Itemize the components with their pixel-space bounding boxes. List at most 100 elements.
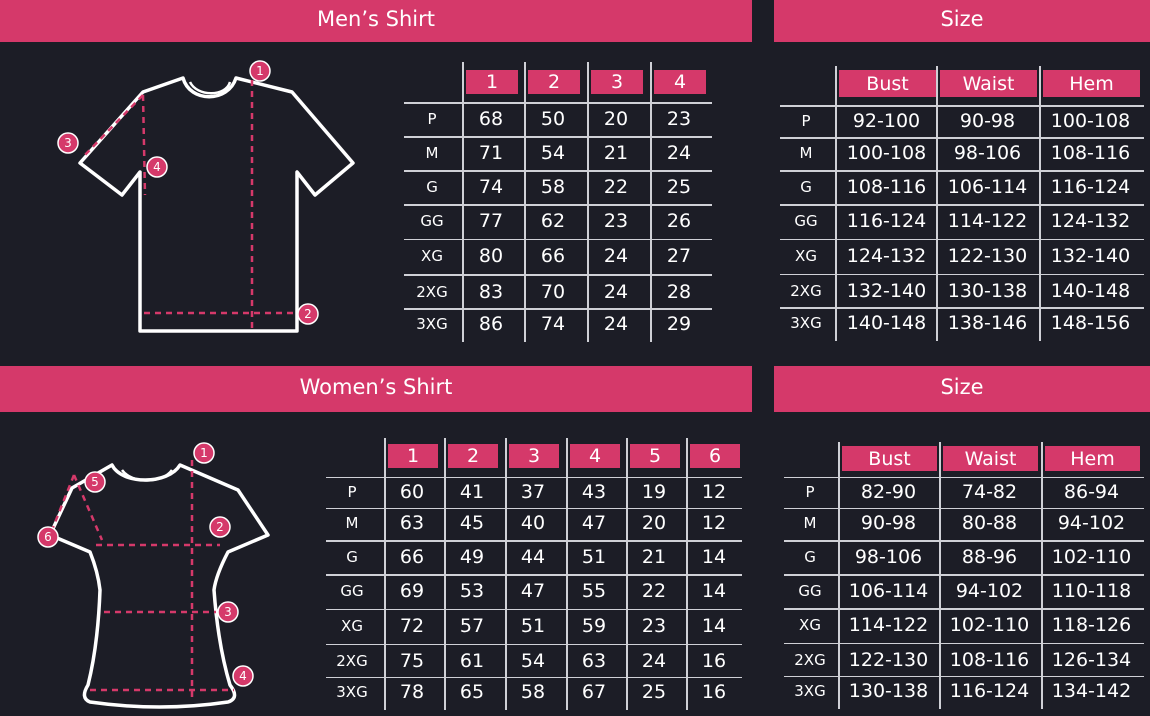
table-cell: 69 (399, 580, 425, 602)
men-size-banner: Size (774, 0, 1150, 42)
table-cell: 74 (540, 313, 566, 335)
row-label: P (805, 483, 815, 501)
table-cell: 58 (520, 681, 546, 703)
table-cell: 25 (641, 681, 667, 703)
table-row-divider (326, 574, 742, 576)
table-cell: 132-140 (846, 280, 927, 302)
table-cell: 26 (666, 210, 692, 232)
table-cell: 118-126 (1051, 614, 1132, 636)
table-cell: 116-124 (949, 680, 1030, 702)
table-cell: 24 (641, 650, 667, 672)
table-row-divider (780, 204, 1144, 206)
table-cell: 43 (581, 481, 607, 503)
table-cell: 78 (399, 681, 425, 703)
row-label: M (425, 144, 439, 162)
women-size-banner: Size (774, 366, 1150, 412)
table-row-divider (784, 507, 1144, 509)
column-header: Waist (943, 446, 1038, 471)
table-row-divider (780, 273, 1144, 275)
table-cell: 86 (478, 313, 504, 335)
row-label: G (800, 178, 812, 196)
table-cell: 47 (520, 580, 546, 602)
men-marker-2: 2 (304, 307, 312, 321)
table-cell: 44 (520, 546, 546, 568)
row-label: M (803, 514, 817, 532)
table-cell: 71 (478, 142, 504, 164)
table-cell: 21 (641, 546, 667, 568)
men-marker-3: 3 (64, 136, 72, 150)
table-cell: 94-102 (1057, 512, 1126, 534)
row-label: G (804, 548, 816, 566)
table-cell: 132-140 (1050, 245, 1131, 267)
women-marker-2: 2 (216, 520, 224, 534)
table-cell: 63 (399, 512, 425, 534)
table-row-divider (326, 507, 742, 509)
column-header: 3 (591, 70, 643, 94)
table-cell: 29 (666, 313, 692, 335)
row-label: M (799, 144, 813, 162)
table-cell: 25 (666, 176, 692, 198)
column-header: 3 (509, 444, 559, 468)
table-cell: 80 (478, 245, 504, 267)
table-row-divider (784, 642, 1144, 644)
table-cell: 55 (581, 580, 607, 602)
row-label: 3XG (794, 682, 826, 700)
table-cell: 106-114 (947, 176, 1028, 198)
row-label: 2XG (790, 282, 822, 300)
row-label: P (347, 483, 357, 501)
table-cell: 100-108 (846, 142, 927, 164)
table-cell: 14 (701, 580, 727, 602)
row-label: XG (795, 247, 817, 265)
table-cell: 138-146 (947, 312, 1028, 334)
table-cell: 83 (478, 281, 504, 303)
table-cell: 50 (540, 108, 566, 130)
table-cell: 41 (459, 481, 485, 503)
table-cell: 122-130 (947, 245, 1028, 267)
table-cell: 102-110 (1051, 546, 1132, 568)
column-header: Bust (839, 70, 936, 97)
table-row-divider (404, 170, 712, 172)
column-header: Hem (1045, 446, 1140, 471)
table-row-divider (780, 137, 1144, 139)
table-cell: 124-132 (1050, 210, 1131, 232)
table-row-divider (404, 308, 712, 310)
table-cell: 59 (581, 615, 607, 637)
men-shirt-title: Men’s Shirt (317, 7, 435, 31)
table-cell: 65 (459, 681, 485, 703)
table-cell: 14 (701, 546, 727, 568)
table-cell: 124-132 (846, 245, 927, 267)
table-cell: 21 (603, 142, 629, 164)
row-label: GG (340, 582, 364, 600)
table-cell: 54 (520, 650, 546, 672)
table-cell: 116-124 (1050, 176, 1131, 198)
table-cell: 58 (540, 176, 566, 198)
table-cell: 23 (603, 210, 629, 232)
table-cell: 53 (459, 580, 485, 602)
women-shirt-outline-icon: 1 2 3 4 5 6 (37, 442, 270, 709)
table-cell: 24 (603, 281, 629, 303)
table-row-divider (326, 608, 742, 610)
table-row-divider (780, 238, 1144, 240)
men-shirt-banner: Men’s Shirt (0, 0, 752, 42)
table-cell: 72 (399, 615, 425, 637)
table-cell: 148-156 (1050, 312, 1131, 334)
table-cell: 88-96 (961, 546, 1018, 568)
men-shirt-outline-icon: 1 2 3 4 (57, 60, 355, 333)
table-cell: 140-148 (1050, 280, 1131, 302)
row-label: XG (799, 616, 821, 634)
women-shirt-banner: Women’s Shirt (0, 366, 752, 412)
row-label: GG (794, 212, 818, 230)
table-cell: 90-98 (959, 110, 1016, 132)
table-cell: 12 (701, 512, 727, 534)
table-cell: 66 (399, 546, 425, 568)
men-marker-1: 1 (256, 64, 264, 78)
men-shirt-diagram: 1 2 3 4 (40, 55, 370, 345)
table-row-divider (326, 643, 742, 645)
table-row-divider (326, 540, 742, 542)
table-cell: 106-114 (848, 580, 929, 602)
table-cell: 67 (581, 681, 607, 703)
table-cell: 110-118 (1051, 580, 1132, 602)
row-label: XG (421, 247, 443, 265)
table-cell: 24 (603, 245, 629, 267)
table-cell: 24 (666, 142, 692, 164)
